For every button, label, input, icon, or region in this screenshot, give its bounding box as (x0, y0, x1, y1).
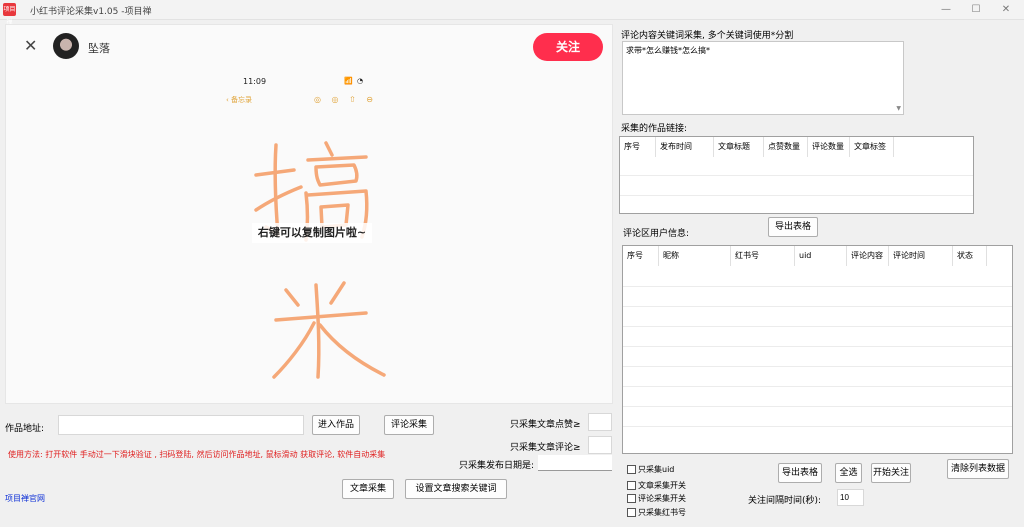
users-col-uid[interactable]: uid (795, 246, 847, 266)
export-works-button[interactable]: 导出表格 (768, 217, 818, 237)
users-label: 评论区用户信息: (623, 229, 690, 239)
only-date-label: 只采集发布日期是: (459, 461, 535, 471)
close-icon[interactable]: ✕ (24, 38, 37, 54)
works-col-comments[interactable]: 评论数量 (808, 137, 850, 157)
works-label: 采集的作品链接: (621, 124, 688, 134)
usage-instructions: 使用方法: 打开软件 手动过一下滑块验证 , 扫码登陆, 然后访问作品地址, 鼠… (8, 450, 386, 459)
only-comments-label: 只采集文章评论≥ (510, 443, 581, 453)
start-follow-button[interactable]: 开始关注 (871, 463, 911, 483)
comment-switch-label: 评论采集开关 (638, 494, 686, 503)
copy-image-tip: 右键可以复制图片啦~ (252, 223, 372, 243)
handwriting-image (254, 141, 386, 379)
keyword-label: 评论内容关键词采集, 多个关键词使用*分割 (621, 31, 794, 41)
only-comments-input[interactable] (588, 436, 612, 454)
article-switch-label: 文章采集开关 (638, 481, 686, 490)
users-col-nickname[interactable]: 昵称 (659, 246, 731, 266)
users-col-index[interactable]: 序号 (623, 246, 659, 266)
works-col-tags[interactable]: 文章标签 (850, 137, 894, 157)
phone-time: 11:09 (243, 77, 267, 86)
minimize-icon[interactable]: — (932, 2, 960, 18)
only-likes-input[interactable] (588, 413, 612, 431)
only-date-input[interactable] (538, 455, 612, 471)
table-row (620, 195, 973, 196)
only-redbook-id-label: 只采集红书号 (638, 508, 686, 517)
enter-work-button[interactable]: 进入作品 (312, 415, 360, 435)
phone-status-icon: 📶 ◔ (344, 77, 365, 85)
users-col-status[interactable]: 状态 (953, 246, 987, 266)
work-url-label: 作品地址: (5, 424, 45, 434)
checkbox-box[interactable] (627, 465, 636, 474)
works-col-title[interactable]: 文章标题 (714, 137, 764, 157)
checkbox-box[interactable] (627, 481, 636, 490)
works-table-header: 序号 发布时间 文章标题 点赞数量 评论数量 文章标签 (620, 137, 894, 157)
phone-toolbar-icons: ◎ ◎ ⇧ ⊖ (314, 95, 377, 104)
only-uid-checkbox[interactable]: 只采集uid (627, 464, 674, 475)
checkbox-box[interactable] (627, 494, 636, 503)
avatar[interactable] (53, 33, 79, 59)
users-col-comment-time[interactable]: 评论时间 (889, 246, 953, 266)
app-icon: 项目禅 (3, 3, 16, 26)
table-row (623, 426, 1012, 427)
scroll-down-icon[interactable]: ▼ (896, 105, 901, 112)
collect-comments-button[interactable]: 评论采集 (384, 415, 434, 435)
clear-list-button[interactable]: 清除列表数据 (947, 459, 1009, 479)
phone-back-text: 备忘录 (231, 96, 253, 104)
set-keyword-button[interactable]: 设置文章搜索关键词 (405, 479, 507, 499)
table-row (623, 406, 1012, 407)
works-col-likes[interactable]: 点赞数量 (764, 137, 808, 157)
follow-button[interactable]: 关注 (533, 33, 603, 61)
work-url-input[interactable] (58, 415, 304, 435)
table-row (623, 326, 1012, 327)
title-bar: 项目禅 小红书评论采集v1.05 -项目禅 — ☐ ✕ (0, 0, 1024, 26)
users-table-header: 序号 昵称 红书号 uid 评论内容 评论时间 状态 (623, 246, 987, 266)
table-row (620, 175, 973, 176)
only-redbook-id-checkbox[interactable]: 只采集红书号 (627, 507, 686, 518)
comment-switch-checkbox[interactable]: 评论采集开关 (627, 493, 686, 504)
article-switch-checkbox[interactable]: 文章采集开关 (627, 480, 686, 491)
maximize-icon[interactable]: ☐ (962, 2, 990, 18)
keyword-textarea[interactable]: 求带*怎么赚钱*怎么搞* ▼ (622, 41, 904, 115)
table-row (623, 386, 1012, 387)
select-all-button[interactable]: 全选 (835, 463, 862, 483)
users-col-redbook-id[interactable]: 红书号 (731, 246, 795, 266)
close-window-icon[interactable]: ✕ (992, 2, 1020, 18)
article-collect-button[interactable]: 文章采集 (342, 479, 394, 499)
table-row (623, 346, 1012, 347)
author-name[interactable]: 坠落 (88, 40, 110, 56)
table-row (623, 306, 1012, 307)
follow-interval-label: 关注间隔时间(秒): (748, 496, 822, 506)
works-col-publish-time[interactable]: 发布时间 (656, 137, 714, 157)
works-col-index[interactable]: 序号 (620, 137, 656, 157)
follow-interval-input[interactable] (837, 489, 864, 506)
keyword-text: 求带*怎么赚钱*怎么搞* (626, 46, 710, 55)
post-viewer: ✕ 坠落 关注 11:09 📶 ◔ ‹ 备忘录 ◎ ◎ ⇧ ⊖ 右键可以复制图片… (5, 24, 613, 404)
only-likes-label: 只采集文章点赞≥ (510, 420, 581, 430)
export-users-button[interactable]: 导出表格 (778, 463, 822, 483)
window-title: 小红书评论采集v1.05 -项目禅 (30, 7, 152, 17)
site-link[interactable]: 项目禅官网 (5, 493, 45, 504)
only-uid-label: 只采集uid (638, 465, 675, 474)
table-row (623, 366, 1012, 367)
checkbox-box[interactable] (627, 508, 636, 517)
users-col-comment[interactable]: 评论内容 (847, 246, 889, 266)
post-image[interactable]: 11:09 📶 ◔ ‹ 备忘录 ◎ ◎ ⇧ ⊖ 右键可以复制图片啦~ (216, 75, 406, 400)
works-table[interactable]: 序号 发布时间 文章标题 点赞数量 评论数量 文章标签 (619, 136, 974, 214)
phone-back-label: ‹ 备忘录 (226, 96, 253, 104)
users-table[interactable]: 序号 昵称 红书号 uid 评论内容 评论时间 状态 (622, 245, 1013, 454)
table-row (623, 286, 1012, 287)
